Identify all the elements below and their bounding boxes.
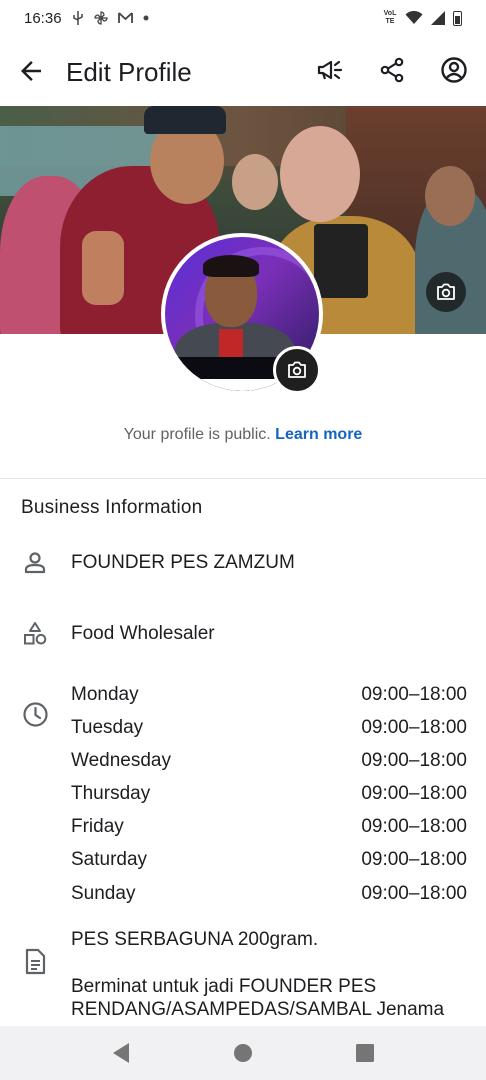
divider <box>0 478 486 479</box>
hours-time: 09:00–18:00 <box>361 816 467 838</box>
nav-back-button[interactable] <box>101 1033 141 1073</box>
edit-profile-screen: 16:36 VoLTE Edit Profile Your profile is… <box>0 0 486 1080</box>
square-recents-icon <box>356 1044 374 1062</box>
learn-more-link[interactable]: Learn more <box>275 426 362 443</box>
hours-row: Thursday 09:00–18:00 <box>71 777 467 810</box>
wifi-icon <box>405 11 423 24</box>
hours-day: Thursday <box>71 783 151 805</box>
hours-time: 09:00–18:00 <box>361 717 467 739</box>
promote-button[interactable] <box>314 54 346 86</box>
back-button[interactable] <box>16 56 46 86</box>
app-bar: Edit Profile <box>0 36 486 106</box>
hours-day: Sunday <box>71 882 136 904</box>
section-title: Business Information <box>21 497 203 518</box>
business-category[interactable]: Food Wholesaler <box>71 623 215 645</box>
status-time: 16:36 <box>24 9 62 27</box>
nav-home-button[interactable] <box>223 1033 263 1073</box>
profile-visibility-notice: Your profile is public. Learn more <box>0 426 486 444</box>
hours-row: Saturday 09:00–18:00 <box>71 843 467 876</box>
hours-row: Sunday 09:00–18:00 <box>71 877 467 910</box>
circle-home-icon <box>234 1044 252 1062</box>
hours-day: Monday <box>71 684 139 705</box>
hours-time: 09:00–18:00 <box>361 783 467 805</box>
hours-row: Monday 09:00–18:00 <box>71 678 467 711</box>
document-icon <box>21 947 49 975</box>
edit-cover-photo-button[interactable] <box>426 272 466 312</box>
business-name[interactable]: FOUNDER PES ZAMZUM <box>71 552 295 574</box>
cellular-signal-icon <box>431 11 445 25</box>
nav-recents-button[interactable] <box>345 1033 385 1073</box>
megaphone-icon <box>317 60 343 80</box>
hours-row: Tuesday 09:00–18:00 <box>71 711 467 744</box>
gmail-icon <box>117 12 133 23</box>
description-line: PES SERBAGUNA 200gram. <box>71 929 319 950</box>
view-as-button[interactable] <box>438 54 470 86</box>
system-navigation-bar <box>0 1026 486 1080</box>
person-icon <box>21 549 49 577</box>
business-hours[interactable]: Monday 09:00–18:00 Tuesday 09:00–18:00 Wed… <box>71 678 467 910</box>
battery-icon <box>453 10 462 26</box>
pinwheel-app-icon <box>93 11 108 25</box>
page-title: Edit Profile <box>66 57 192 87</box>
hours-time: 09:00–18:00 <box>361 684 467 705</box>
hours-time: 09:00–18:00 <box>361 882 467 904</box>
business-description[interactable]: PES SERBAGUNA 200gram. Berminat untuk ja… <box>71 928 471 1021</box>
hours-day: Wednesday <box>71 750 171 772</box>
triangle-back-icon <box>113 1043 129 1063</box>
account-circle-icon <box>441 57 467 83</box>
hours-row: Wednesday 09:00–18:00 <box>71 744 467 777</box>
hours-time: 09:00–18:00 <box>361 849 467 871</box>
status-bar: 16:36 VoLTE <box>0 0 486 36</box>
category-icon <box>21 620 49 648</box>
public-notice-text: Your profile is public. <box>123 426 271 443</box>
hours-row: Friday 09:00–18:00 <box>71 810 467 843</box>
volte-badge: VoLTE <box>383 10 397 25</box>
share-button[interactable] <box>376 54 408 86</box>
clock-icon <box>21 700 49 728</box>
hours-day: Friday <box>71 816 124 838</box>
camera-icon <box>288 361 306 378</box>
hours-time: 09:00–18:00 <box>361 750 467 772</box>
edit-profile-picture-button[interactable] <box>273 346 321 394</box>
share-icon <box>380 57 404 83</box>
hours-day: Tuesday <box>71 717 144 739</box>
hours-day: Saturday <box>71 849 148 871</box>
arrow-back-icon <box>21 61 41 81</box>
camera-icon <box>437 283 455 300</box>
dot-icon <box>143 15 149 21</box>
usb-icon <box>72 11 83 25</box>
description-line: Berminat untuk jadi FOUNDER PES RENDANG/… <box>71 976 445 1020</box>
